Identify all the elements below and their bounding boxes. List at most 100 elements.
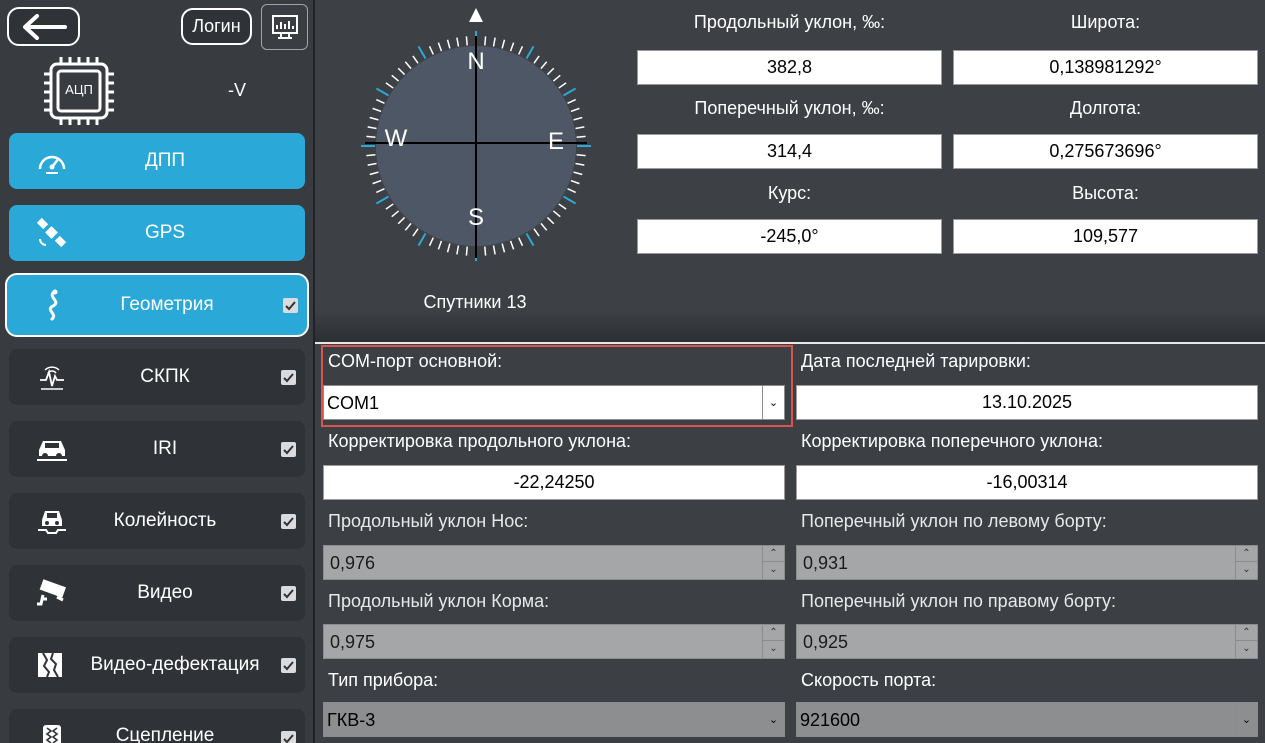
- satellite-icon: [35, 216, 69, 250]
- camera-icon: [35, 576, 69, 610]
- status-panel: N S E W Спутники 13 Продольный уклон, ‰:…: [315, 0, 1265, 342]
- compass-east: E: [548, 128, 564, 155]
- sidebar-item-iri[interactable]: IRI: [9, 421, 305, 477]
- stepper-up-icon[interactable]: ⌃: [763, 546, 784, 562]
- divider: [315, 342, 1265, 344]
- voltage-readout: -V: [228, 80, 246, 100]
- back-button[interactable]: [7, 7, 80, 46]
- sidebar-item-label: Видео: [137, 582, 193, 603]
- stepper-down-icon[interactable]: ⌄: [1236, 562, 1257, 578]
- cross-slope-value: 314,4: [637, 134, 942, 169]
- compass: N S E W: [355, 6, 595, 264]
- stepper-up-icon[interactable]: ⌃: [763, 625, 784, 641]
- adc-chip-icon: АЦП: [41, 56, 117, 126]
- longitude-label: Долгота:: [1069, 98, 1142, 118]
- sidebar-item-label: Видео-дефектация: [90, 654, 260, 675]
- cross-right-value: 0,925: [803, 632, 849, 652]
- latitude-label: Широта:: [1070, 12, 1141, 32]
- course-value: -245,0°: [637, 219, 942, 254]
- sidebar-item-gps[interactable]: GPS: [9, 205, 305, 261]
- long-corr-field[interactable]: -22,24250: [323, 465, 785, 500]
- long-stern-value: 0,975: [330, 632, 376, 652]
- latitude-value: 0,138981292°: [953, 50, 1258, 85]
- cross-right-label: Поперечный уклон по правому борту:: [801, 591, 1117, 611]
- sidebar-item-skpk[interactable]: СКПК: [9, 349, 305, 405]
- checkbox[interactable]: [281, 731, 296, 743]
- device-type-select[interactable]: ГКВ-3 ⌄: [323, 702, 785, 737]
- speedometer-icon: [35, 144, 69, 178]
- sidebar-item-label: СКПК: [140, 366, 190, 387]
- port-speed-label: Скорость порта:: [801, 670, 937, 690]
- checkbox[interactable]: [281, 441, 296, 457]
- compass-tick: [366, 154, 376, 157]
- north-pointer-icon: [469, 8, 483, 22]
- longitude-value: 0,275673696°: [953, 134, 1258, 169]
- com-port-value: COM1: [327, 393, 380, 413]
- sidebar-item-label: ДПП: [144, 150, 186, 171]
- chevron-down-icon[interactable]: ⌄: [762, 703, 784, 736]
- car-front-icon: [35, 432, 69, 466]
- sidebar-item-video-defect[interactable]: Видео-дефектация: [9, 637, 305, 693]
- sidebar-item-rut[interactable]: Колейность: [9, 493, 305, 549]
- long-nose-value: 0,976: [330, 553, 376, 573]
- checkmark-icon: [283, 372, 294, 382]
- sidebar-item-geometry[interactable]: Геометрия: [5, 273, 309, 337]
- chevron-down-icon[interactable]: ⌄: [762, 386, 784, 419]
- satellites-count: Спутники 13: [423, 292, 527, 312]
- arrow-left-icon: [22, 13, 67, 40]
- checkbox[interactable]: [281, 369, 296, 385]
- long-nose-stepper[interactable]: 0,976 ⌃ ⌄: [323, 545, 785, 580]
- long-stern-stepper[interactable]: 0,975 ⌃ ⌄: [323, 624, 785, 659]
- monitor-button[interactable]: [261, 4, 308, 50]
- port-speed-select[interactable]: 921600 ⌄: [796, 702, 1258, 737]
- compass-tick: [465, 246, 468, 256]
- tire-icon: [35, 719, 69, 743]
- device-type-label: Тип прибора:: [328, 670, 439, 690]
- com-port-select[interactable]: COM1 ⌄: [323, 385, 785, 420]
- adc-label: АЦП: [65, 82, 93, 97]
- sidebar-item-label: IRI: [152, 438, 178, 459]
- checkmark-icon: [285, 300, 296, 310]
- stepper-up-icon[interactable]: ⌃: [1236, 625, 1257, 641]
- app-window: Логин АЦП -V ДПП GPS Геометрия СКПК IRI …: [0, 0, 1265, 743]
- compass-west: W: [385, 125, 408, 152]
- sidebar: Логин АЦП -V ДПП GPS Геометрия СКПК IRI …: [0, 0, 313, 743]
- cross-right-stepper[interactable]: 0,925 ⌃ ⌄: [796, 624, 1258, 659]
- checkbox[interactable]: [283, 297, 298, 313]
- car-rut-icon: [35, 504, 69, 538]
- stepper-down-icon[interactable]: ⌄: [763, 562, 784, 578]
- checkbox[interactable]: [281, 585, 296, 601]
- compass-tick: [576, 154, 586, 157]
- cross-corr-field[interactable]: -16,00314: [796, 465, 1258, 500]
- long-nose-label: Продольный уклон Нос:: [328, 511, 529, 531]
- sidebar-item-video[interactable]: Видео: [9, 565, 305, 621]
- stepper-down-icon[interactable]: ⌄: [1236, 641, 1257, 657]
- stepper-down-icon[interactable]: ⌄: [763, 641, 784, 657]
- sidebar-item-label: Геометрия: [120, 294, 214, 315]
- sidebar-item-dpp[interactable]: ДПП: [9, 133, 305, 189]
- cross-corr-label: Корректировка поперечного уклона:: [801, 431, 1103, 451]
- sidebar-item-label: Колейность: [113, 510, 217, 531]
- checkbox[interactable]: [281, 513, 296, 529]
- sidebar-item-label: Сцепление: [115, 725, 215, 743]
- cross-left-stepper[interactable]: 0,931 ⌃ ⌄: [796, 545, 1258, 580]
- calib-date-field[interactable]: 13.10.2025: [796, 385, 1258, 420]
- login-button[interactable]: Логин: [181, 8, 252, 45]
- sidebar-item-grip[interactable]: Сцепление: [9, 709, 305, 743]
- checkmark-icon: [283, 444, 294, 454]
- sidebar-item-label: GPS: [144, 222, 186, 243]
- device-type-value: ГКВ-3: [327, 710, 376, 730]
- long-corr-label: Корректировка продольного уклона:: [328, 431, 632, 451]
- compass-north: N: [467, 48, 484, 75]
- chevron-down-icon[interactable]: ⌄: [1235, 703, 1257, 736]
- altitude-value: 109,577: [953, 219, 1258, 254]
- checkbox[interactable]: [281, 657, 296, 673]
- long-slope-value: 382,8: [637, 50, 942, 85]
- stepper-up-icon[interactable]: ⌃: [1236, 546, 1257, 562]
- long-slope-label: Продольный уклон, ‰:: [693, 12, 886, 32]
- long-stern-label: Продольный уклон Корма:: [328, 591, 550, 611]
- monitor-chart-icon: [271, 15, 298, 39]
- cross-left-value: 0,931: [803, 553, 849, 573]
- course-label: Курс:: [767, 183, 812, 203]
- compass-tick: [465, 36, 468, 46]
